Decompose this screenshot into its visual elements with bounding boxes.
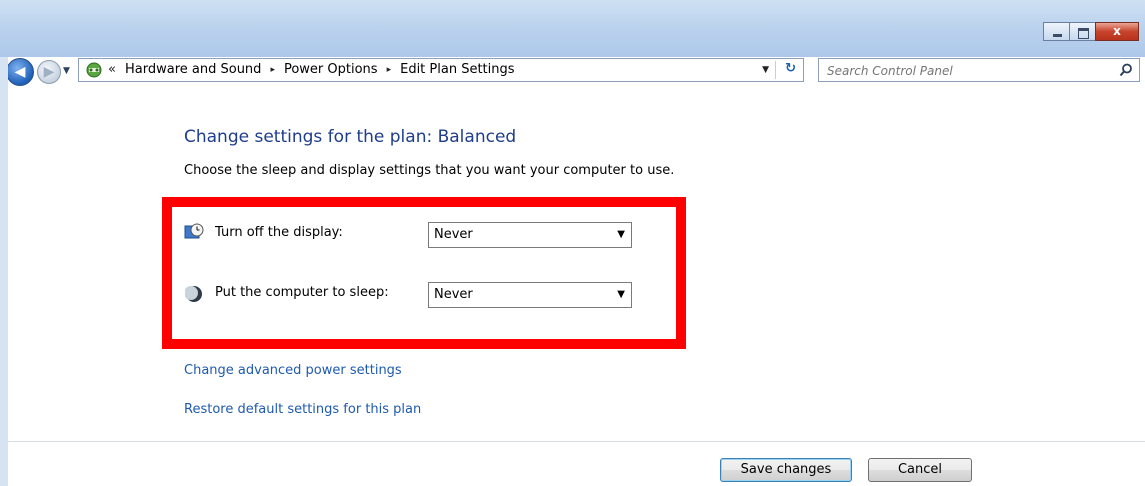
- chevron-down-icon: ▼: [617, 229, 625, 240]
- search-box: [818, 58, 1140, 82]
- breadcrumb-overflow[interactable]: «: [108, 62, 116, 77]
- breadcrumb-separator-icon[interactable]: ▸: [270, 65, 275, 75]
- advanced-power-settings-link[interactable]: Change advanced power settings: [184, 363, 402, 378]
- back-button[interactable]: ◀: [6, 58, 34, 86]
- refresh-icon[interactable]: ↻: [785, 61, 796, 76]
- footer-divider: [8, 441, 1145, 442]
- page-title: Change settings for the plan: Balanced: [184, 127, 517, 147]
- page-description: Choose the sleep and display settings th…: [184, 163, 675, 178]
- window-titlebar: x: [0, 0, 1145, 57]
- control-panel-icon: [86, 62, 102, 78]
- main-content: Change settings for the plan: Balanced C…: [0, 84, 1145, 486]
- forward-button[interactable]: ▶: [37, 60, 61, 84]
- breadcrumb-hardware-and-sound[interactable]: Hardware and Sound: [125, 62, 261, 77]
- display-timeout-value: Never: [434, 227, 473, 242]
- restore-defaults-link[interactable]: Restore default settings for this plan: [184, 402, 421, 417]
- address-bar[interactable]: « Hardware and Sound ▸ Power Options ▸ E…: [78, 58, 804, 82]
- breadcrumb-power-options[interactable]: Power Options: [284, 62, 378, 77]
- chevron-down-icon: ▼: [617, 289, 625, 300]
- address-dropdown-icon[interactable]: ▼: [762, 65, 769, 75]
- minimize-button[interactable]: [1043, 22, 1070, 41]
- sleep-timeout-value: Never: [434, 287, 473, 302]
- window-controls: x: [1043, 22, 1139, 41]
- close-icon: x: [1113, 24, 1121, 38]
- cancel-button[interactable]: Cancel: [868, 458, 972, 482]
- breadcrumb: Hardware and Sound ▸ Power Options ▸ Edi…: [125, 62, 515, 77]
- display-timer-icon: [184, 223, 204, 239]
- display-timeout-select[interactable]: Never ▼: [428, 222, 632, 248]
- recent-pages-dropdown[interactable]: ▼: [63, 66, 70, 76]
- save-changes-button[interactable]: Save changes: [720, 458, 852, 482]
- close-button[interactable]: x: [1095, 22, 1139, 41]
- breadcrumb-separator-icon[interactable]: ▸: [387, 65, 392, 75]
- breadcrumb-edit-plan-settings[interactable]: Edit Plan Settings: [400, 62, 514, 77]
- maximize-button[interactable]: [1069, 22, 1096, 41]
- address-divider: [775, 61, 776, 79]
- search-icon[interactable]: [1119, 63, 1133, 77]
- search-input[interactable]: [825, 61, 1109, 81]
- sleep-moon-icon: [185, 286, 202, 302]
- sleep-setting-label: Put the computer to sleep:: [215, 285, 389, 300]
- highlight-box: [162, 197, 686, 349]
- sleep-timeout-select[interactable]: Never ▼: [428, 282, 632, 308]
- back-arrow-icon: ◀: [14, 64, 26, 80]
- forward-arrow-icon: ▶: [43, 64, 55, 80]
- display-setting-label: Turn off the display:: [215, 225, 343, 240]
